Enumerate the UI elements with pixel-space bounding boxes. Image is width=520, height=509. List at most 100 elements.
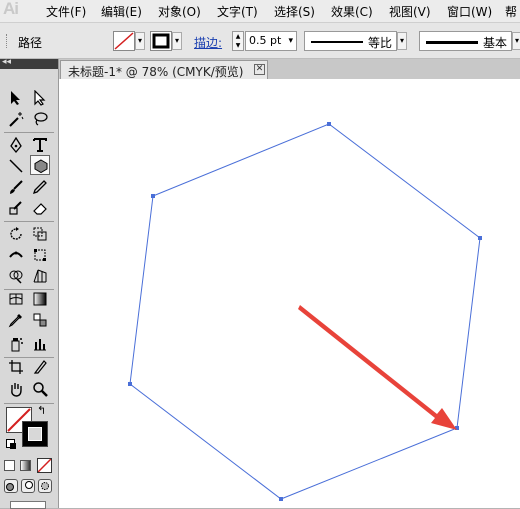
draw-normal-button[interactable] <box>4 479 18 493</box>
gradient-mode-button[interactable] <box>20 460 31 471</box>
menu-effect[interactable]: 效果(C) <box>331 3 373 20</box>
menu-type[interactable]: 文字(T) <box>217 3 258 20</box>
document-canvas[interactable] <box>58 79 520 508</box>
polygon-icon <box>34 159 48 174</box>
stroke-swatch[interactable] <box>150 31 172 51</box>
zoom-tool[interactable] <box>30 379 50 399</box>
swap-fill-stroke-icon[interactable]: ↰ <box>37 404 46 417</box>
color-mode-button[interactable] <box>4 460 15 471</box>
perspective-grid-tool[interactable] <box>30 266 50 286</box>
stroke-color-box[interactable] <box>22 421 48 447</box>
collapse-icon[interactable]: ◂◂ <box>2 57 11 67</box>
eyedropper-tool[interactable] <box>6 310 26 330</box>
column-graph-tool[interactable] <box>30 334 50 354</box>
width-tool[interactable] <box>6 245 26 265</box>
stroke-weight-stepper[interactable]: ▲ ▼ <box>232 31 244 51</box>
stroke-color-inner <box>28 427 42 441</box>
app-logo: Ai <box>3 0 19 18</box>
menu-view[interactable]: 视图(V) <box>389 3 431 20</box>
stroke-weight-field[interactable]: 0.5 pt ▾ <box>245 31 297 51</box>
lasso-tool[interactable] <box>30 109 50 129</box>
menu-edit[interactable]: 编辑(E) <box>101 3 142 20</box>
draw-inside-icon <box>41 482 49 490</box>
brush-definition-value: 基本 <box>483 36 508 50</box>
panel-grip[interactable] <box>6 34 10 48</box>
anchor-point[interactable] <box>151 194 155 198</box>
rotate-tool[interactable] <box>6 224 26 244</box>
paintbrush-tool[interactable] <box>6 177 26 197</box>
pen-nib-icon <box>10 137 22 153</box>
draw-behind-button[interactable] <box>21 479 35 493</box>
gradient-tool[interactable] <box>30 289 50 309</box>
brush-dropdown[interactable]: ▾ <box>512 32 520 50</box>
brush-definition-select[interactable]: 基本 <box>419 31 512 51</box>
slice-knife-icon <box>33 360 47 374</box>
hand-tool[interactable] <box>6 379 26 399</box>
stroke-weight-value: 0.5 pt <box>249 34 282 47</box>
menu-file[interactable]: 文件(F) <box>46 3 86 20</box>
close-icon[interactable]: ✕ <box>254 64 265 75</box>
tools-panel-header[interactable]: ◂◂ <box>0 57 58 69</box>
symbol-sprayer-tool[interactable] <box>6 334 26 354</box>
pencil-tool[interactable] <box>30 177 50 197</box>
gradient-icon <box>33 292 47 306</box>
symbol-sprayer-icon <box>11 338 23 352</box>
document-tab-bar: 未标题-1* @ 78% (CMYK/预览) ✕ <box>58 59 520 79</box>
magic-wand-tool[interactable] <box>6 109 26 129</box>
blob-brush-tool[interactable] <box>6 198 26 218</box>
profile-dropdown[interactable]: ▾ <box>397 32 407 50</box>
scale-icon <box>33 227 47 241</box>
artboard-icon <box>9 360 23 374</box>
fill-swatch[interactable] <box>113 31 135 51</box>
type-tool[interactable] <box>30 135 50 155</box>
variable-width-profile-select[interactable]: 等比 <box>304 31 397 51</box>
draw-inside-button[interactable] <box>38 479 52 493</box>
menu-help[interactable]: 帮 <box>505 3 517 20</box>
anchor-point[interactable] <box>128 382 132 386</box>
rotate-icon <box>10 227 22 240</box>
shape-builder-tool[interactable] <box>6 266 26 286</box>
pencil-icon <box>32 180 47 195</box>
line-segment-tool[interactable] <box>6 156 26 176</box>
scale-tool[interactable] <box>30 224 50 244</box>
perspective-grid-icon <box>33 269 47 283</box>
anchor-point[interactable] <box>279 497 283 501</box>
stroke-label[interactable]: 描边: <box>194 34 222 51</box>
profile-preview-line <box>311 41 363 43</box>
document-tab[interactable]: 未标题-1* @ 78% (CMYK/预览) ✕ <box>60 60 268 79</box>
paintbrush-icon <box>10 180 23 194</box>
line-segment-icon <box>9 159 23 173</box>
selection-arrow-icon <box>11 91 20 105</box>
toolbox-divider <box>4 132 54 133</box>
chevron-down-icon: ▼ <box>235 42 241 49</box>
column-graph-icon <box>34 339 46 351</box>
anchor-point[interactable] <box>478 236 482 240</box>
default-colors-icon[interactable] <box>6 439 16 449</box>
blob-brush-icon <box>9 201 22 215</box>
direct-selection-tool[interactable] <box>30 88 50 108</box>
none-mode-button[interactable] <box>37 458 52 473</box>
stroke-dropdown[interactable]: ▾ <box>172 32 182 50</box>
mesh-tool[interactable] <box>6 289 26 309</box>
selection-tool[interactable] <box>6 88 26 108</box>
fill-dropdown[interactable]: ▾ <box>135 32 145 50</box>
chevron-down-icon: ▾ <box>288 36 293 46</box>
free-transform-tool[interactable] <box>30 245 50 265</box>
slice-tool[interactable] <box>30 357 50 377</box>
variable-width-profile-value: 等比 <box>368 36 393 50</box>
menu-select[interactable]: 选择(S) <box>274 3 315 20</box>
control-bar: 路径 ▾ ▾ 描边: ▲ ▼ 0.5 pt ▾ 等比 ▾ 基本 ▾ <box>0 23 520 59</box>
none-slash-icon <box>38 459 51 472</box>
chevron-down-icon: ▾ <box>137 36 142 45</box>
pen-tool[interactable] <box>6 135 26 155</box>
polygon-tool[interactable] <box>30 155 50 175</box>
eraser-tool[interactable] <box>30 198 50 218</box>
menu-object[interactable]: 对象(O) <box>158 3 201 20</box>
blend-tool[interactable] <box>30 310 50 330</box>
anchor-point[interactable] <box>327 122 331 126</box>
menu-window[interactable]: 窗口(W) <box>447 3 492 20</box>
chevron-down-icon: ▾ <box>174 36 179 45</box>
menu-bar: Ai 文件(F) 编辑(E) 对象(O) 文字(T) 选择(S) 效果(C) 视… <box>0 0 520 23</box>
artboard-tool[interactable] <box>6 357 26 377</box>
toolbox-divider <box>4 403 54 404</box>
